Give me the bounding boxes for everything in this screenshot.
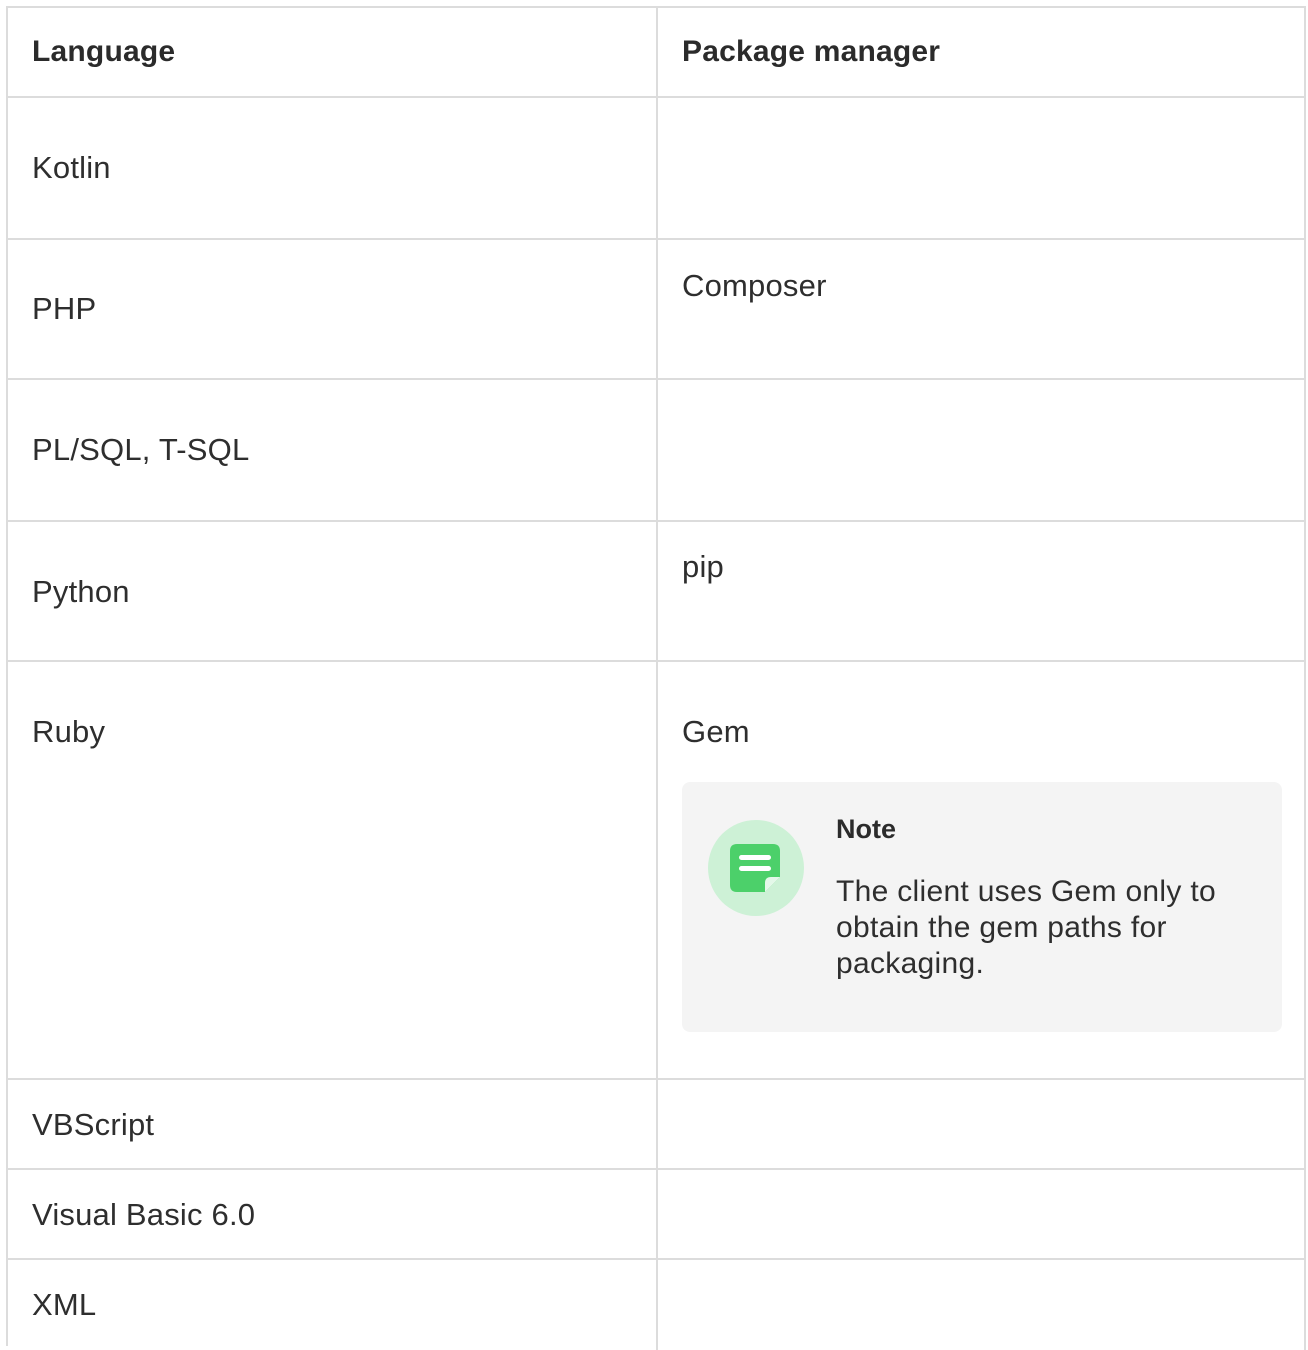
language-cell: Kotlin <box>8 98 658 238</box>
language-name: PL/SQL, T-SQL <box>32 432 250 467</box>
table-row: XML <box>8 1260 1306 1350</box>
table-row: Kotlin <box>8 98 1306 240</box>
language-name: Visual Basic 6.0 <box>32 1197 256 1232</box>
package-manager-cell <box>658 98 1306 238</box>
table-row: PL/SQL, T-SQL <box>8 380 1306 522</box>
table-header-row: Language Package manager <box>8 8 1306 98</box>
language-cell: PHP <box>8 240 658 378</box>
language-name: VBScript <box>32 1107 155 1142</box>
language-name: Kotlin <box>32 150 111 185</box>
package-manager-cell: pip <box>658 522 1306 660</box>
header-cell-language: Language <box>8 8 658 96</box>
package-manager-name: Composer <box>682 268 827 303</box>
language-name: XML <box>32 1287 97 1322</box>
header-language: Language <box>32 35 176 68</box>
table-row: Ruby Gem Note The client uses Gem only t… <box>8 662 1306 1080</box>
note-body: The client uses Gem only to obtain the g… <box>836 875 1216 980</box>
note-icon-glyph <box>730 844 780 892</box>
language-cell: Visual Basic 6.0 <box>8 1170 658 1258</box>
header-cell-package-manager: Package manager <box>658 8 1306 96</box>
language-cell: VBScript <box>8 1080 658 1168</box>
language-cell: Ruby <box>8 662 658 1078</box>
language-cell: Python <box>8 522 658 660</box>
package-manager-cell <box>658 380 1306 520</box>
note-icon <box>708 820 804 916</box>
language-name: Python <box>32 574 130 609</box>
table-row: Visual Basic 6.0 <box>8 1170 1306 1260</box>
language-cell: XML <box>8 1260 658 1350</box>
package-manager-name: pip <box>682 549 724 584</box>
table-row: Python pip <box>8 522 1306 662</box>
note-title: Note <box>836 814 896 844</box>
language-cell: PL/SQL, T-SQL <box>8 380 658 520</box>
package-manager-cell: Gem Note The client uses Gem only to obt… <box>658 662 1306 1078</box>
table-row: VBScript <box>8 1080 1306 1170</box>
package-manager-name: Gem <box>682 714 750 749</box>
package-manager-cell <box>658 1260 1306 1350</box>
header-package-manager: Package manager <box>682 35 941 68</box>
language-package-table: Language Package manager Kotlin PHP Comp… <box>6 6 1306 1350</box>
package-manager-cell <box>658 1170 1306 1258</box>
language-name: Ruby <box>32 714 106 749</box>
note-callout: Note The client uses Gem only to obtain … <box>682 782 1282 1032</box>
table-row: PHP Composer <box>8 240 1306 380</box>
language-name: PHP <box>32 291 97 326</box>
package-manager-cell <box>658 1080 1306 1168</box>
package-manager-cell: Composer <box>658 240 1306 378</box>
